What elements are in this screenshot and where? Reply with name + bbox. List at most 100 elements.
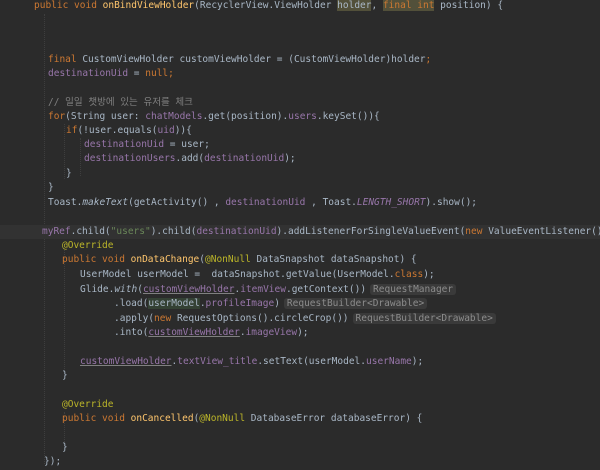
- code-token: uid: [157, 125, 175, 136]
- code-token: UserModel userModel = dataSnapshot.getVa…: [80, 269, 395, 280]
- code-token: customViewHolder: [80, 356, 172, 367]
- code-line[interactable]: .load(userModel.profileImage) RequestBuil…: [114, 297, 600, 311]
- code-line[interactable]: destinationUid = user;: [84, 138, 600, 152]
- code-line[interactable]: }: [66, 167, 600, 181]
- code-token: users: [288, 111, 317, 122]
- code-token: CustomViewHolder customViewHolder = (Cus…: [82, 54, 426, 65]
- code-line[interactable]: destinationUid = null;: [48, 67, 600, 81]
- code-token: "users": [110, 226, 151, 237]
- code-token: );: [297, 327, 309, 338]
- code-token: .setText(userModel.: [257, 356, 366, 367]
- code-token: );: [284, 153, 296, 164]
- code-token: class: [394, 269, 424, 280]
- code-token: @NonNull: [199, 413, 246, 424]
- code-line[interactable]: UserModel userModel = dataSnapshot.getVa…: [80, 268, 600, 282]
- code-token: ValueEventListener() {: [488, 226, 600, 237]
- code-token: ).show();: [425, 197, 478, 208]
- code-token: itemView: [240, 284, 286, 295]
- code-token: (RecyclerView.ViewHolder: [194, 0, 338, 11]
- code-token: onBindViewHolder: [102, 0, 195, 11]
- code-token: destinationUid: [84, 139, 165, 150]
- code-token: myRef: [42, 226, 71, 237]
- code-line[interactable]: customViewHolder.textView_title.setText(…: [80, 355, 600, 369]
- type-hint: RequestManager: [370, 284, 457, 295]
- code-token: ).child(: [150, 226, 197, 237]
- code-annotation[interactable]: @Override: [62, 239, 600, 253]
- code-line[interactable]: Glide.with(customViewHolder.itemView.get…: [80, 283, 600, 297]
- code-token: .into(: [114, 327, 149, 338]
- code-token: .apply(: [114, 313, 155, 324]
- code-token: chatModels: [145, 111, 203, 122]
- code-token: destinationUid: [225, 197, 306, 208]
- code-token: userName: [366, 356, 412, 367]
- code-token: (getActivity() ,: [128, 197, 226, 208]
- code-token: (String user:: [65, 111, 146, 122]
- code-line[interactable]: public void onCancelled(@NonNull Databas…: [62, 412, 600, 426]
- code-token: holder: [337, 0, 372, 11]
- code-line[interactable]: }: [62, 441, 600, 455]
- code-token: );: [423, 269, 435, 280]
- code-token: Glide.: [80, 284, 115, 295]
- code-token: .load(: [114, 298, 149, 309]
- code-token: destinationUid: [48, 68, 129, 79]
- code-token: Toast.: [48, 197, 83, 208]
- code-line[interactable]: public void onDataChange(@NonNull DataSn…: [62, 253, 600, 267]
- code-annotation[interactable]: @Override: [62, 398, 600, 412]
- code-token: customViewHolder: [148, 327, 240, 338]
- code-token: , Toast.: [305, 197, 357, 208]
- code-line[interactable]: if(!user.equals(uid)){: [66, 124, 600, 138]
- code-token: null: [145, 68, 169, 79]
- code-token: imageView: [245, 327, 298, 338]
- code-line[interactable]: .into(customViewHolder.imageView);: [114, 326, 600, 340]
- code-token: destinationUid: [196, 226, 277, 237]
- code-token: ,: [371, 0, 383, 11]
- code-comment[interactable]: // 일일 챗방에 있는 유저를 체크: [48, 96, 600, 110]
- code-token: userModel: [148, 298, 200, 309]
- code-line[interactable]: });: [44, 455, 600, 469]
- indent-guide: [64, 124, 65, 179]
- code-line-method-signature[interactable]: public void onBindViewHolder(RecyclerVie…: [34, 0, 600, 13]
- code-token: .get(position).: [202, 111, 289, 122]
- code-token: = user;: [164, 139, 210, 150]
- code-token: position) {: [434, 0, 504, 11]
- code-token: new: [465, 226, 489, 237]
- code-token: public void: [34, 0, 103, 11]
- code-token: profileImage: [205, 298, 275, 309]
- code-token: public void: [62, 413, 131, 424]
- code-token: );: [411, 356, 424, 367]
- code-token: ;: [168, 68, 174, 79]
- code-token: .keySet()){: [316, 111, 380, 122]
- code-token: DataSnapshot dataSnapshot) {: [250, 254, 417, 265]
- code-line[interactable]: Toast.makeText(getActivity() , destinati…: [48, 196, 600, 210]
- code-line[interactable]: }: [62, 369, 600, 383]
- type-hint: RequestBuilder<Drawable>: [352, 313, 496, 324]
- code-token: RequestOptions().circleCrop()): [176, 313, 349, 324]
- code-token: LENGTH_SHORT: [356, 197, 426, 208]
- code-line[interactable]: .apply(new RequestOptions().circleCrop()…: [114, 312, 600, 326]
- code-token: .child(: [70, 226, 111, 237]
- code-token: destinationUsers: [84, 153, 176, 164]
- code-line[interactable]: for(String user: chatModels.get(position…: [48, 110, 600, 124]
- code-editor[interactable]: public void onBindViewHolder(RecyclerVie…: [0, 0, 600, 470]
- code-line-current[interactable]: myRef.child("users").child(destinationUi…: [0, 225, 600, 239]
- code-line[interactable]: destinationUsers.add(destinationUid);: [84, 152, 600, 166]
- code-token: (!user.equals(: [77, 125, 158, 136]
- code-token: @NonNull: [205, 254, 251, 265]
- code-token: )){: [174, 125, 192, 136]
- code-line[interactable]: final CustomViewHolder customViewHolder …: [48, 53, 600, 67]
- code-token: =: [128, 68, 146, 79]
- code-token: final: [48, 54, 83, 65]
- code-token: ;: [425, 54, 432, 65]
- code-token: ): [274, 298, 280, 309]
- code-token: with: [114, 284, 138, 295]
- code-token: for: [48, 111, 66, 122]
- code-token: new: [154, 313, 177, 324]
- code-token: .getContext()): [285, 284, 367, 295]
- code-token: ).addListenerForSingleValueEvent(: [276, 226, 466, 237]
- code-token: customViewHolder: [142, 284, 235, 295]
- code-line[interactable]: }: [48, 181, 600, 195]
- code-token: makeText: [82, 197, 129, 208]
- type-hint: RequestBuilder<Drawable>: [283, 298, 428, 309]
- code-token: public void: [62, 254, 131, 265]
- code-token: .add(: [175, 153, 205, 164]
